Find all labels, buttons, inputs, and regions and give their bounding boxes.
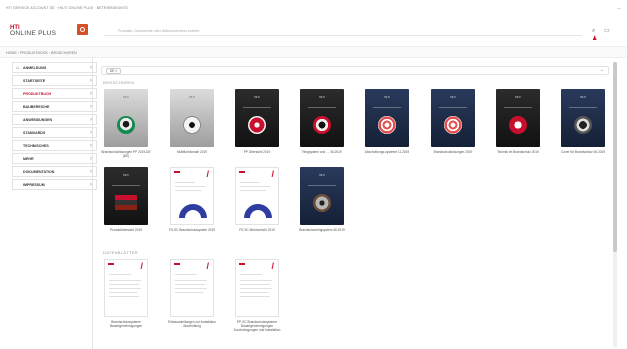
- breadcrumb-text[interactable]: HOME › PRODUKTBOOK › BROSCHÜREN: [6, 51, 77, 55]
- breadcrumb: HOME › PRODUKTBOOK › BROSCHÜREN: [0, 46, 627, 58]
- window-top-strip: HTI SERVICE ACCOUNT DE · HILTI ONLINE PL…: [0, 0, 627, 17]
- window-title: HTI SERVICE ACCOUNT DE · HILTI ONLINE PL…: [6, 6, 129, 10]
- scrollbar-thumb[interactable]: [613, 62, 617, 252]
- dash-icon[interactable]: —: [617, 5, 621, 10]
- filter-chip[interactable]: DE ×: [106, 68, 122, 74]
- scrollbar[interactable]: [613, 62, 617, 347]
- sidebar-item-dokumentation[interactable]: DOKUMENTATION ›: [12, 166, 97, 177]
- app-logo[interactable]: HTI ONLINE PLUS: [10, 25, 56, 37]
- sidebar-item-anmeldung[interactable]: ⌂ ANMELDUNG ›: [12, 62, 97, 73]
- search-input[interactable]: Produkte, Dokumente oder Artikelnummern …: [104, 27, 582, 36]
- sidebar-item-impressum[interactable]: IMPRESSUM ›: [12, 179, 97, 190]
- sidebar-item-anwendungen[interactable]: ANWENDUNGEN ›: [12, 114, 97, 125]
- cart-icon[interactable]: ▭: [604, 28, 610, 34]
- sidebar: ⌂ ANMELDUNG › STARTSEITE › PRODUKTBUCH ›…: [12, 62, 97, 349]
- filter-bar[interactable]: DE × ⌄: [101, 66, 609, 75]
- divider: [92, 58, 93, 349]
- user-icon[interactable]: ♟: [592, 36, 597, 42]
- content-area: DE × ⌄ BROSCHÜREN HILTI Brandschutzlösun…: [101, 62, 611, 349]
- app-header: HTI ONLINE PLUS Produkte, Dokumente oder…: [0, 17, 627, 46]
- chevron-down-icon[interactable]: ⌄: [600, 67, 604, 73]
- sidebar-item-baubereiche[interactable]: BAUBEREICHE ›: [12, 101, 97, 112]
- brand-square-icon[interactable]: [77, 24, 88, 35]
- sidebar-item-produktbuch[interactable]: PRODUKTBUCH ›: [12, 88, 97, 99]
- search-icon[interactable]: ⌕: [592, 28, 595, 34]
- sidebar-item-startseite[interactable]: STARTSEITE ›: [12, 75, 97, 86]
- sidebar-item-standards[interactable]: STANDARDS ›: [12, 127, 97, 138]
- sidebar-item-mehr[interactable]: MEHR ›: [12, 153, 97, 164]
- home-icon: ⌂: [16, 65, 20, 71]
- sidebar-item-technisches[interactable]: TECHNISCHES ›: [12, 140, 97, 151]
- search-placeholder: Produkte, Dokumente oder Artikelnummern …: [118, 29, 200, 33]
- section-title-datasheets: DATENBLÄTTER: [103, 250, 138, 255]
- section-title-brochures: BROSCHÜREN: [103, 80, 135, 85]
